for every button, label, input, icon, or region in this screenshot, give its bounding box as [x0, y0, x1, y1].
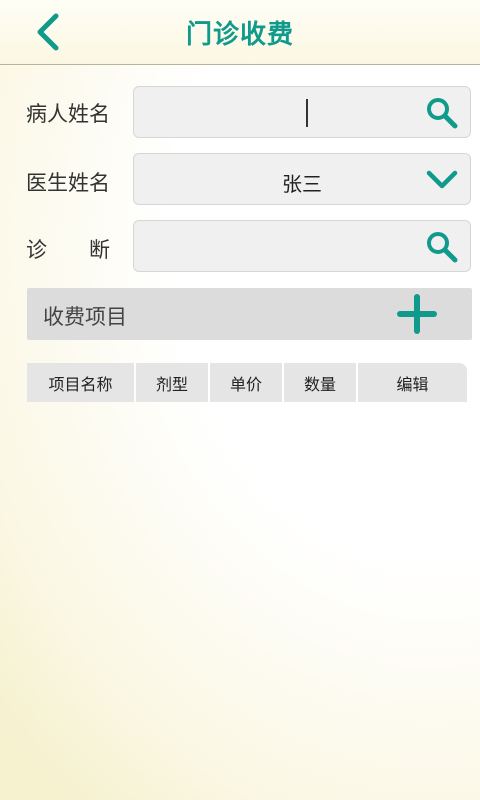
- text-cursor: [306, 99, 308, 127]
- column-header-quantity: 数量: [284, 363, 356, 402]
- patient-search-button[interactable]: [424, 95, 460, 131]
- column-header-dosage-form: 剂型: [136, 363, 208, 402]
- diagnosis-field[interactable]: [133, 220, 471, 272]
- patient-name-label: 病人姓名: [26, 102, 110, 126]
- add-charge-item-button[interactable]: [395, 292, 439, 336]
- doctor-name-select[interactable]: 张三: [133, 153, 471, 205]
- column-header-unit-price: 单价: [210, 363, 282, 402]
- diagnosis-label: 诊 断: [26, 238, 110, 262]
- diagnosis-search-button[interactable]: [424, 229, 460, 265]
- column-header-edit: 编辑: [358, 363, 467, 402]
- charge-items-bar: 收费项目: [27, 288, 472, 340]
- chevron-down-icon: [426, 170, 458, 189]
- column-header-item-name: 项目名称: [27, 363, 134, 402]
- doctor-name-value: 张三: [282, 172, 322, 196]
- header-bar: 门诊收费: [0, 0, 480, 65]
- page-title: 门诊收费: [185, 20, 294, 50]
- doctor-name-label: 医生姓名: [26, 171, 110, 195]
- search-icon: [427, 232, 458, 263]
- charge-table-header: 项目名称 剂型 单价 数量 编辑: [27, 363, 467, 402]
- plus-icon: [397, 294, 437, 334]
- patient-name-field[interactable]: [133, 86, 471, 138]
- doctor-dropdown-button[interactable]: [424, 162, 460, 198]
- charge-items-label: 收费项目: [43, 305, 127, 329]
- search-icon: [427, 98, 458, 129]
